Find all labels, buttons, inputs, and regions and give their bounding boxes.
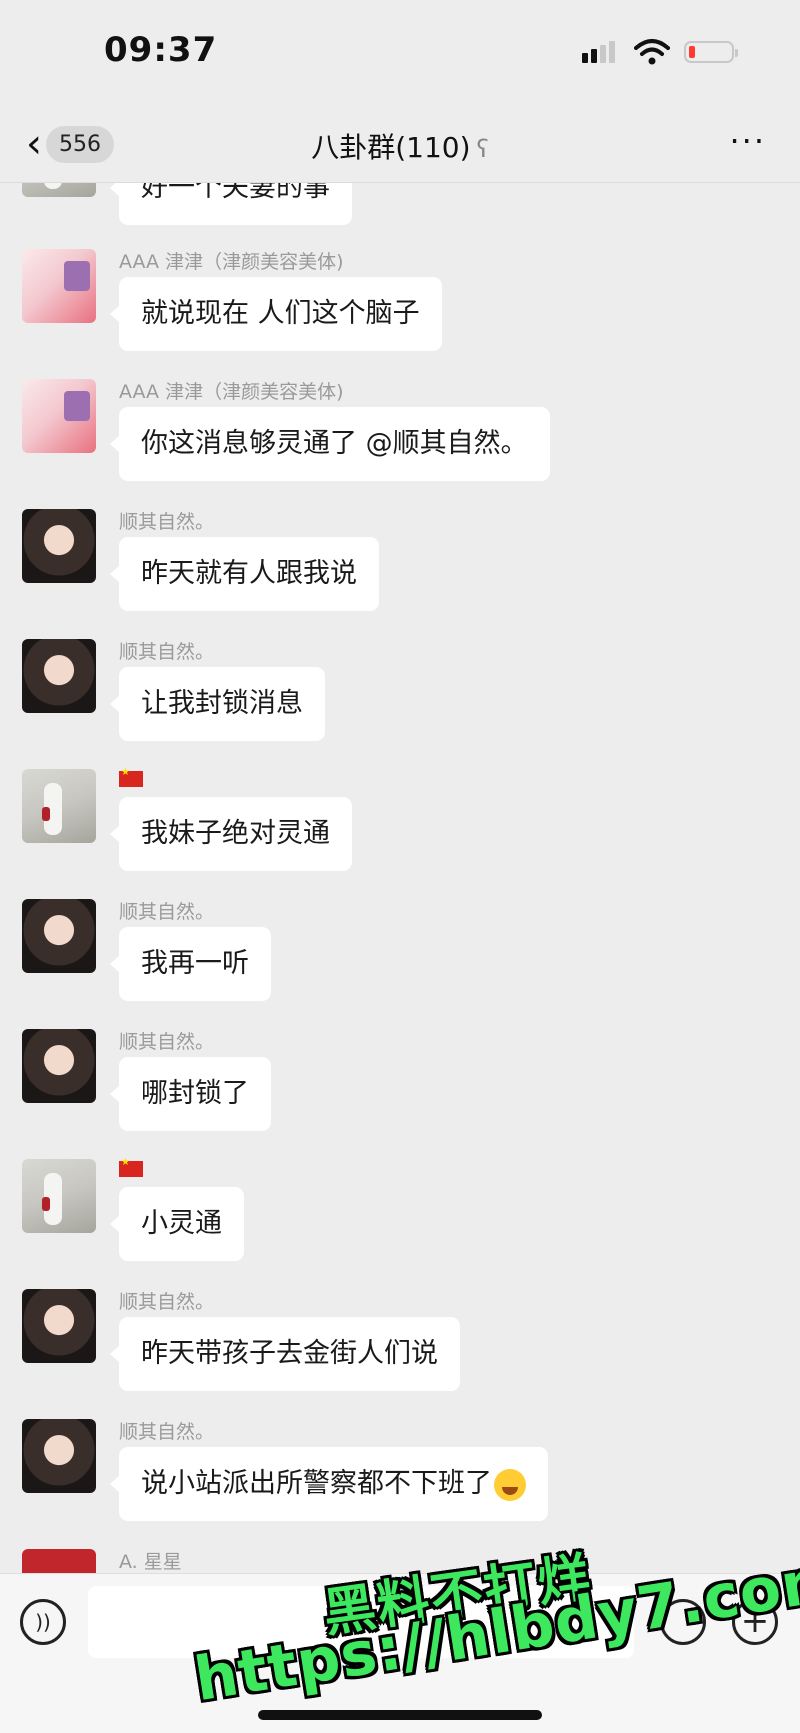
sender-name: A. 星星 [119,1551,182,1573]
avatar[interactable] [22,899,96,973]
message-bubble[interactable]: 就说现在 人们这个脑子 [110,277,442,351]
avatar[interactable] [22,249,96,323]
cellular-signal-icon [582,41,615,63]
message-bubble[interactable]: 昨天带孩子去金街人们说 [110,1317,460,1391]
avatar[interactable] [22,639,96,713]
sender-name: 顺其自然。 [119,1291,215,1313]
avatar[interactable] [22,183,96,197]
message-bubble[interactable]: 我妹子绝对灵通 [110,797,352,871]
status-bar: 09:37 [0,0,800,110]
laughing-crying-emoji-icon [494,1468,526,1501]
sender-name: 顺其自然。 [119,901,215,923]
china-flag-icon [119,1157,143,1177]
avatar[interactable] [22,1289,96,1363]
message-bubble[interactable]: 好一个夫妻的事 [110,183,352,225]
group-name: 八卦群(110) [311,131,471,164]
message-bubble[interactable]: 哪封锁了 [110,1057,271,1131]
message-list[interactable]: 好一个夫妻的事 AAA 津津（津颜美容美体) 就说现在 人们这个脑子 AAA 津… [0,183,800,1573]
sender-name: 顺其自然。 [119,511,215,533]
sender-name: AAA 津津（津颜美容美体) [119,251,344,273]
home-indicator [258,1710,542,1720]
message-bubble[interactable]: 你这消息够灵通了 @顺其自然。 [110,407,550,481]
status-time: 09:37 [104,30,218,70]
china-flag-icon [119,767,143,787]
avatar[interactable] [22,1419,96,1493]
avatar[interactable] [22,1549,96,1573]
avatar[interactable] [22,769,96,843]
message-bubble[interactable]: 小灵通 [110,1187,244,1261]
sender-name: 顺其自然。 [119,641,215,663]
message-bubble[interactable]: 昨天就有人跟我说 [110,537,379,611]
avatar[interactable] [22,1159,96,1233]
message-bubble[interactable]: 说小站派出所警察都不下班了 [110,1447,548,1521]
voice-input-button[interactable]: )) [20,1599,66,1645]
ear-icon: ʕ [476,135,489,163]
avatar[interactable] [22,379,96,453]
status-icons [582,38,738,66]
avatar[interactable] [22,1029,96,1103]
sender-name: AAA 津津（津颜美容美体) [119,381,344,403]
sender-name [119,767,143,789]
more-options-button[interactable]: ··· [729,122,766,160]
avatar[interactable] [22,509,96,583]
sender-name: 顺其自然。 [119,1421,215,1443]
wifi-icon [634,39,670,65]
voice-icon: )) [35,1610,51,1634]
message-bubble[interactable]: 我再一听 [110,927,271,1001]
chat-header: ‹ 556 八卦群(110) ʕ ··· [0,110,800,183]
sender-name: 顺其自然。 [119,1031,215,1053]
message-bubble[interactable]: 让我封锁消息 [110,667,325,741]
chat-title: 八卦群(110) ʕ [0,126,800,166]
sender-name [119,1157,143,1179]
battery-icon [684,41,738,63]
